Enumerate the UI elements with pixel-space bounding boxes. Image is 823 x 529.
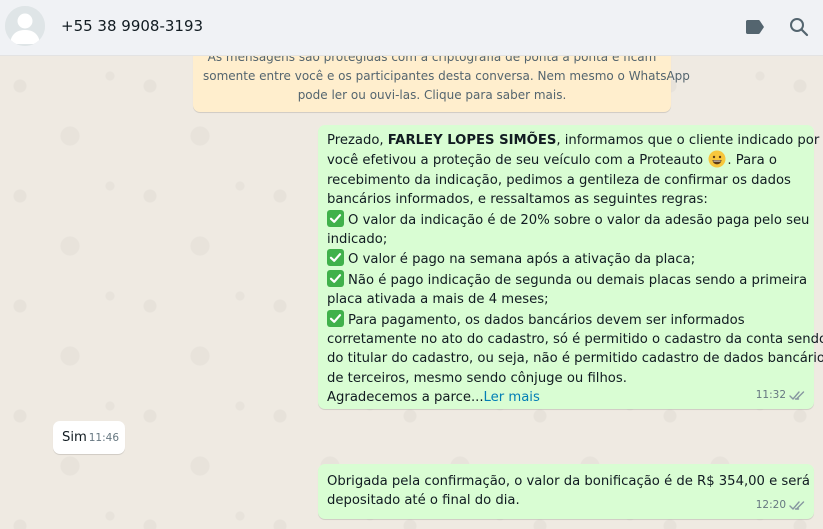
message-line: você efetivou a proteção de seu veículo … xyxy=(327,150,805,170)
check-mark-button-icon xyxy=(327,269,344,287)
message-line: recebimento da indicação, pedimos a gent… xyxy=(327,172,791,188)
notice-line-2: somente entre você e os participantes de… xyxy=(203,69,690,83)
message-line: do titular do cadastro, ou seja, não é p… xyxy=(327,351,823,367)
message-text: Prezado, xyxy=(327,133,388,148)
message-line: depositado até o final do dia. xyxy=(327,493,520,509)
message-time: 11:32 xyxy=(755,388,786,401)
message-line: bancários informados, e ressaltamos as s… xyxy=(327,192,708,208)
message-line: Agradecemos a parce...Ler mais xyxy=(327,388,805,407)
notice-line-3: pode ler ou ouvi-las. Clique para saber … xyxy=(297,88,567,102)
message-bubble-outgoing[interactable]: Obrigada pela confirmação, o valor da bo… xyxy=(318,464,814,519)
message-text: Agradecemos a parce... xyxy=(327,390,484,406)
message-text: você efetivou a proteção de seu veículo … xyxy=(327,153,704,169)
check-mark-button-icon xyxy=(327,209,344,227)
contact-name[interactable]: +55 38 9908-3193 xyxy=(61,17,203,35)
message-text: Sim xyxy=(62,430,87,445)
message-text: Para pagamento, os dados bancários devem… xyxy=(348,312,745,328)
check-mark-button-icon xyxy=(327,249,344,267)
double-check-icon xyxy=(789,390,805,401)
customer-name: FARLEY LOPES SIMÕES xyxy=(387,133,557,148)
message-text: , informamos que o cliente indicado por xyxy=(556,133,820,148)
message-line: indicado; xyxy=(327,232,388,248)
message-text: O valor é pago na semana após a ativação… xyxy=(348,252,696,268)
message-meta: 11:32 xyxy=(756,386,805,405)
message-line: Não é pago indicação de segunda ou demai… xyxy=(327,269,808,290)
message-bubble-outgoing[interactable]: Prezado, FARLEY LOPES SIMÕES, informamos… xyxy=(318,125,823,409)
message-time: 12:20 xyxy=(755,498,786,511)
default-avatar-icon xyxy=(5,6,45,46)
message-line: Prezado, FARLEY LOPES SIMÕES, informamos… xyxy=(327,131,819,150)
message-line: corretamente no ato do cadastro, só é pe… xyxy=(327,332,823,348)
message-text: Não é pago indicação de segunda ou demai… xyxy=(348,272,808,288)
message-bubble-incoming[interactable]: Sim 11:46 xyxy=(53,421,125,454)
message-meta: 12:20 xyxy=(756,496,805,515)
double-check-icon xyxy=(789,500,805,511)
grinning-face-emoji-icon xyxy=(708,150,726,168)
read-more-link[interactable]: Ler mais xyxy=(484,390,540,405)
search-icon[interactable] xyxy=(787,15,811,39)
avatar[interactable] xyxy=(5,6,45,46)
message-line: O valor é pago na semana após a ativação… xyxy=(327,249,805,269)
message-line: de terceiros, mesmo sendo cônjuge ou fil… xyxy=(327,370,627,386)
message-line: Para pagamento, os dados bancários devem… xyxy=(327,309,805,330)
chat-header: +55 38 9908-3193 xyxy=(0,0,823,56)
message-text: O valor da indicação é de 20% sobre o va… xyxy=(348,212,810,228)
message-line: Obrigada pela confirmação, o valor da bo… xyxy=(327,474,810,489)
message-line: placa ativada a mais de 4 meses; xyxy=(327,292,549,308)
check-mark-button-icon xyxy=(327,309,344,327)
message-meta: 11:46 xyxy=(89,429,119,448)
message-time: 11:46 xyxy=(88,431,119,444)
label-icon[interactable] xyxy=(743,15,767,39)
message-text: . Para o xyxy=(727,153,777,169)
message-line: O valor da indicação é de 20% sobre o va… xyxy=(327,209,809,230)
